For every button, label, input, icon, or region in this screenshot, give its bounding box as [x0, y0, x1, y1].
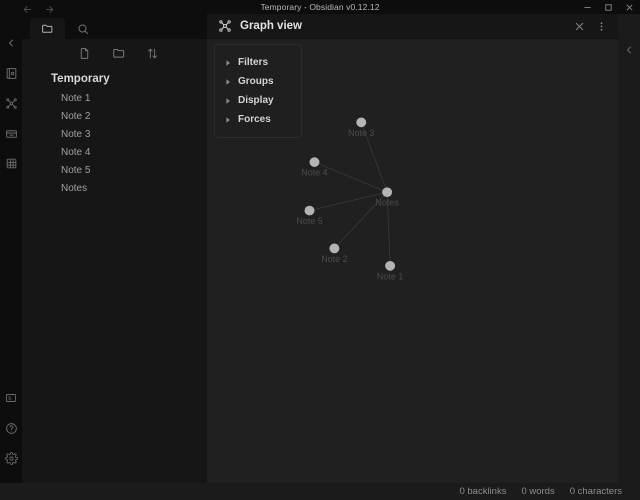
graph-section-label: Groups	[238, 76, 274, 87]
left-ribbon	[0, 14, 22, 483]
toggle-reading-view-button[interactable]	[0, 383, 22, 413]
chevron-right-icon	[224, 77, 233, 86]
sidebar-item-graph[interactable]	[0, 88, 22, 118]
collapse-left-sidebar-button[interactable]	[0, 28, 22, 58]
graph-node-label: Note 1	[377, 272, 403, 282]
graph-section-label: Forces	[238, 114, 271, 125]
file-item[interactable]: Note 4	[22, 144, 207, 162]
graph-icon	[217, 19, 232, 34]
close-view-button[interactable]	[568, 15, 590, 37]
chevron-left-icon	[627, 46, 631, 54]
vertical-dots-icon	[600, 21, 602, 31]
chevron-right-icon	[224, 115, 233, 124]
graph-section-filters[interactable]: Filters	[215, 53, 301, 72]
new-note-button[interactable]	[76, 45, 93, 62]
graph-node-label: Note 3	[348, 128, 374, 138]
vault-title[interactable]: Temporary	[22, 71, 207, 90]
graph-section-forces[interactable]: Forces	[215, 110, 301, 129]
chevron-right-icon	[224, 96, 233, 105]
window-title: Temporary - Obsidian v0.12.12	[260, 2, 380, 12]
graph-section-groups[interactable]: Groups	[215, 72, 301, 91]
graph-node[interactable]	[309, 157, 320, 167]
close-button[interactable]	[619, 0, 640, 14]
chevron-left-icon	[9, 39, 13, 47]
window-titlebar: Temporary - Obsidian v0.12.12	[0, 0, 640, 14]
graph-edges	[309, 122, 391, 266]
maximize-button[interactable]	[598, 0, 619, 14]
graph-node[interactable]	[385, 261, 396, 271]
graph-node-label: Note 4	[301, 168, 327, 178]
graph-nodes: Notes Note 3 Note 4 Note 5 Note 2 Note 1	[296, 117, 403, 282]
right-sidebar-rail	[618, 14, 640, 483]
graph-node[interactable]	[304, 205, 315, 216]
tab-search[interactable]	[65, 18, 100, 39]
app-body: Temporary Note 1 Note 2 Note 3 Note 4 No…	[0, 14, 640, 483]
file-item[interactable]: Note 5	[22, 162, 207, 180]
file-explorer-toolbar	[22, 39, 207, 67]
minimize-button[interactable]	[577, 0, 598, 14]
sidebar-item-vault[interactable]	[0, 58, 22, 88]
graph-node[interactable]	[382, 187, 393, 198]
left-sidebar: Temporary Note 1 Note 2 Note 3 Note 4 No…	[22, 14, 207, 483]
sidebar-item-grid[interactable]	[0, 148, 22, 178]
graph-node-label: Notes	[375, 198, 399, 208]
new-folder-icon	[112, 49, 124, 58]
graph-section-display[interactable]: Display	[215, 91, 301, 110]
graph-canvas[interactable]: Notes Note 3 Note 4 Note 5 Note 2 Note 1 Filt…	[207, 39, 618, 483]
graph-node[interactable]	[356, 117, 367, 128]
graph-controls-panel: Filters Groups Display Forces	[214, 44, 302, 138]
card-icon	[6, 394, 16, 402]
view-title: Graph view	[240, 20, 302, 32]
folder-icon	[42, 24, 53, 33]
graph-section-label: Filters	[238, 57, 269, 68]
sort-icon	[147, 48, 158, 58]
status-words[interactable]: 0 words	[521, 486, 554, 497]
archive-icon	[5, 129, 17, 138]
open-help-button[interactable]	[0, 413, 22, 443]
sidebar-tabs	[22, 14, 207, 39]
more-options-button[interactable]	[590, 15, 612, 37]
vault-icon	[6, 67, 16, 79]
new-note-icon	[80, 47, 89, 59]
collapse-right-sidebar-button[interactable]	[621, 42, 637, 58]
gear-icon	[4, 451, 18, 465]
graph-section-label: Display	[238, 95, 274, 106]
status-characters[interactable]: 0 characters	[570, 486, 622, 497]
obsidian-window: Temporary - Obsidian v0.12.12 Temporary …	[0, 0, 640, 500]
new-folder-button[interactable]	[110, 45, 127, 62]
file-item[interactable]: Notes	[22, 180, 207, 198]
navigation-arrows	[0, 2, 55, 13]
file-item[interactable]: Note 2	[22, 108, 207, 126]
close-icon	[575, 22, 583, 30]
main-content: Graph view Notes Note 3 Note 4 Note 5 Note 2…	[207, 14, 618, 483]
view-header: Graph view	[207, 14, 618, 39]
sidebar-item-archive[interactable]	[0, 118, 22, 148]
tab-files[interactable]	[30, 18, 65, 39]
grid-icon	[6, 158, 16, 168]
status-backlinks[interactable]: 0 backlinks	[459, 486, 506, 497]
graph-node-label: Note 5	[296, 216, 322, 226]
back-arrow-icon[interactable]	[22, 2, 33, 13]
graph-icon	[5, 97, 17, 109]
help-circle-icon	[5, 422, 17, 434]
file-item[interactable]: Note 3	[22, 126, 207, 144]
file-tree: Temporary Note 1 Note 2 Note 3 Note 4 No…	[22, 67, 207, 483]
search-icon	[78, 24, 88, 34]
graph-node[interactable]	[329, 243, 340, 254]
chevron-right-icon	[224, 58, 233, 67]
change-sort-order-button[interactable]	[144, 45, 161, 62]
forward-arrow-icon[interactable]	[44, 2, 55, 13]
graph-node-label: Note 2	[321, 254, 347, 264]
status-bar: 0 backlinks 0 words 0 characters	[0, 483, 640, 500]
file-item[interactable]: Note 1	[22, 90, 207, 108]
window-controls	[577, 0, 640, 14]
open-settings-button[interactable]	[0, 443, 22, 473]
